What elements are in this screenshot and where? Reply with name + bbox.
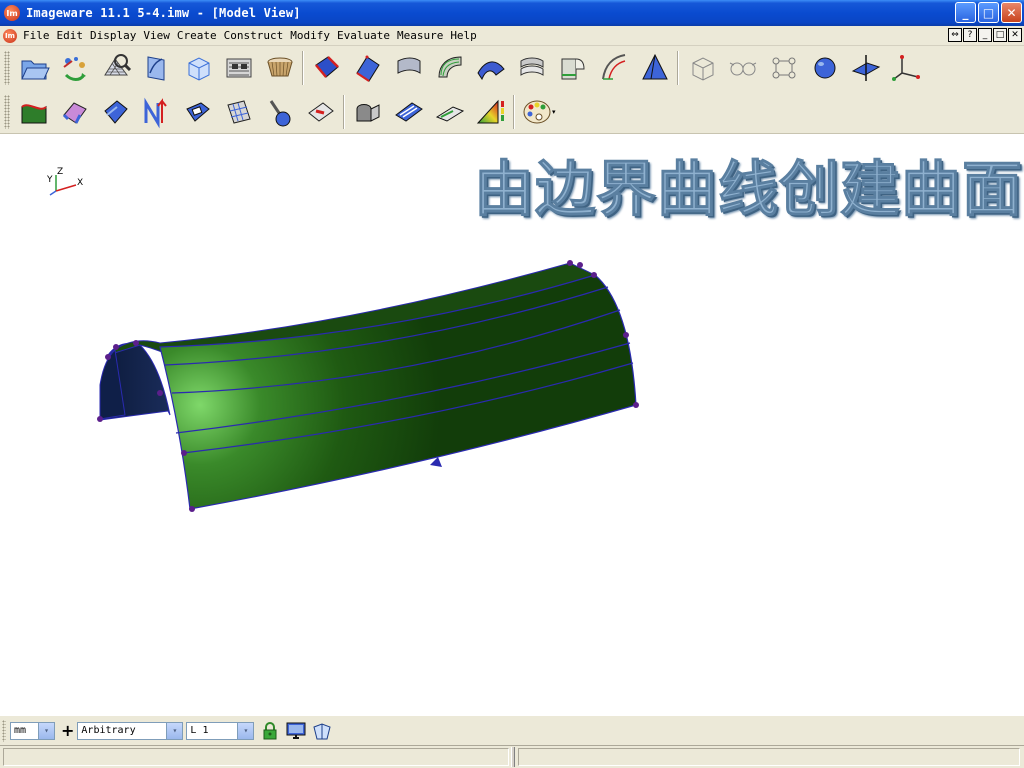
window-controls: _ □ ✕: [955, 2, 1022, 23]
surface-model[interactable]: [0, 135, 1024, 715]
open-file-icon[interactable]: [13, 48, 54, 88]
axes-icon[interactable]: [886, 48, 927, 88]
restore-button[interactable]: □: [978, 2, 999, 23]
plane-icon[interactable]: [845, 48, 886, 88]
bottom-toolbar: mm ▾ + Arbitrary ▾ L 1 ▾: [0, 715, 1024, 745]
import-cloud-icon[interactable]: [54, 48, 95, 88]
probe-icon[interactable]: [259, 92, 300, 132]
construction-plane-dropdown-arrow[interactable]: ▾: [166, 722, 183, 739]
toolbar-grip[interactable]: [4, 51, 10, 85]
menu-modify[interactable]: Modify: [288, 29, 335, 42]
lock-icon[interactable]: [257, 719, 283, 743]
toolbar-separator: [302, 51, 304, 85]
status-bar: [0, 745, 1024, 768]
construction-plane-select[interactable]: Arbitrary ▾: [77, 721, 184, 740]
view-plane-icon[interactable]: [309, 719, 335, 743]
layer-select[interactable]: L 1 ▾: [186, 721, 255, 740]
surface-offset-icon[interactable]: [511, 48, 552, 88]
scan-mesh-icon[interactable]: [95, 48, 136, 88]
flat-surface-icon[interactable]: [429, 92, 470, 132]
surface-fillet-icon[interactable]: [552, 48, 593, 88]
menu-create[interactable]: Create: [175, 29, 222, 42]
status-pane-left: [3, 748, 509, 766]
model-view-viewport[interactable]: 由边界曲线创建曲面 Z Y X: [0, 135, 1024, 715]
stripe-surface-icon[interactable]: [388, 92, 429, 132]
status-pane-right: [518, 748, 1020, 766]
units-value: mm: [14, 725, 27, 736]
wireframe-glasses-icon[interactable]: [722, 48, 763, 88]
app-icon[interactable]: Im: [4, 5, 20, 21]
menu-help[interactable]: Help: [448, 29, 482, 42]
surface-loft-icon[interactable]: [470, 48, 511, 88]
cube-icon[interactable]: [177, 48, 218, 88]
close-button[interactable]: ✕: [1001, 2, 1022, 23]
pyramid-icon[interactable]: [634, 48, 675, 88]
color-map-icon[interactable]: [470, 92, 511, 132]
mdi-minimize-button[interactable]: _: [978, 28, 992, 42]
fit-view-button[interactable]: ⇔: [948, 28, 962, 42]
construction-plane-value: Arbitrary: [81, 725, 136, 736]
units-select[interactable]: mm ▾: [10, 721, 55, 740]
toolbar-separator: [677, 51, 679, 85]
toolbar-separator: [513, 95, 515, 129]
trim-surface-icon[interactable]: [300, 92, 341, 132]
scan-lines-icon[interactable]: [218, 48, 259, 88]
surface-red-icon[interactable]: [306, 48, 347, 88]
minimize-button[interactable]: _: [955, 2, 976, 23]
mailbox-surface-icon[interactable]: [347, 92, 388, 132]
menu-edit[interactable]: Edit: [55, 29, 89, 42]
monitor-icon[interactable]: [283, 719, 309, 743]
surface-sweep-icon[interactable]: [388, 48, 429, 88]
toolbar-row-2: ▾: [0, 90, 556, 134]
menu-view[interactable]: View: [141, 29, 175, 42]
menu-file[interactable]: File: [21, 29, 55, 42]
layer-dropdown-arrow[interactable]: ▾: [237, 722, 254, 739]
add-plane-button[interactable]: +: [61, 721, 74, 740]
status-splitter[interactable]: [511, 747, 515, 767]
palette-dropdown-arrow[interactable]: ▾: [552, 108, 556, 116]
wireframe-box-icon[interactable]: [681, 48, 722, 88]
menu-measure[interactable]: Measure: [395, 29, 448, 42]
cup-surface-icon[interactable]: [259, 48, 300, 88]
units-dropdown-arrow[interactable]: ▾: [38, 722, 54, 739]
surface-blue-diamond-icon[interactable]: [347, 48, 388, 88]
curvature-surface-icon[interactable]: [13, 92, 54, 132]
mdi-controls: ⇔ ? _ □ ✕: [948, 28, 1022, 42]
sphere-tool-icon[interactable]: [804, 48, 845, 88]
title-bar: Im Imageware 11.1 5-4.imw - [Model View]…: [0, 0, 1024, 26]
ring-surface-icon[interactable]: [177, 92, 218, 132]
menu-construct[interactable]: Construct: [222, 29, 289, 42]
mdi-close-button[interactable]: ✕: [1008, 28, 1022, 42]
toolbar-separator: [343, 95, 345, 129]
layer-value: L 1: [190, 725, 209, 736]
menu-bar: Im File Edit Display View Create Constru…: [0, 26, 1024, 46]
window-title: Imageware 11.1 5-4.imw - [Model View]: [26, 6, 301, 20]
menu-display[interactable]: Display: [88, 29, 141, 42]
surface-network-icon[interactable]: [54, 92, 95, 132]
mdi-restore-button[interactable]: □: [993, 28, 1007, 42]
context-help-button[interactable]: ?: [963, 28, 977, 42]
node-network-icon[interactable]: [763, 48, 804, 88]
normal-arrow-icon[interactable]: [136, 92, 177, 132]
document-menu-icon[interactable]: Im: [3, 28, 17, 43]
menu-evaluate[interactable]: Evaluate: [335, 29, 395, 42]
bottom-toolbar-grip[interactable]: [2, 719, 6, 742]
surface-blend-icon[interactable]: [429, 48, 470, 88]
grid-surface-icon[interactable]: [218, 92, 259, 132]
toolbar-area: ▾: [0, 46, 1024, 134]
curve-sketch-icon[interactable]: [136, 48, 177, 88]
surface-patch-icon[interactable]: [95, 92, 136, 132]
toolbar-grip[interactable]: [4, 95, 10, 129]
toolbar-row-1: [0, 46, 927, 90]
surface-curve-icon[interactable]: [593, 48, 634, 88]
